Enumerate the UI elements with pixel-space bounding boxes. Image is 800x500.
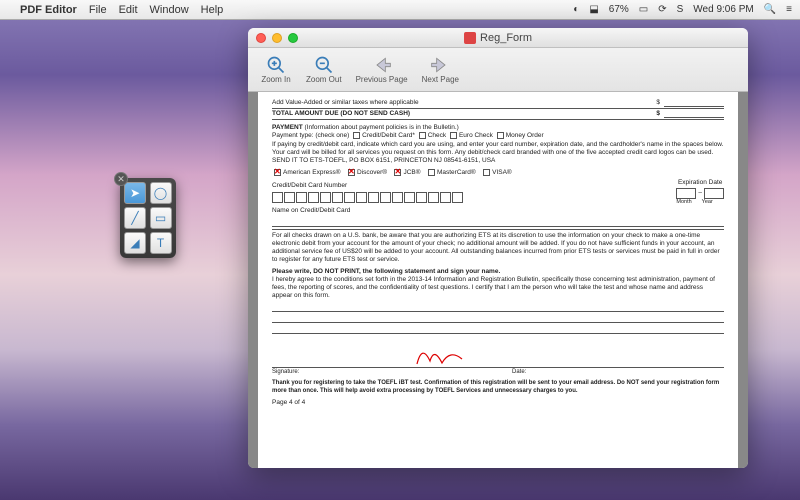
document-window: Reg_Form Zoom In Zoom Out Previous Page …	[248, 28, 748, 468]
menu-window[interactable]: Window	[150, 4, 189, 16]
menu-help[interactable]: Help	[201, 4, 224, 16]
checks-note: For all checks drawn on a U.S. bank, be …	[272, 229, 724, 265]
page-number: Page 4 of 4	[272, 399, 724, 407]
spotlight-icon[interactable]: 🔍	[764, 4, 776, 15]
tool-highlight[interactable]: ◢	[124, 232, 146, 254]
status-icon[interactable]: ⟳	[658, 4, 666, 15]
zoom-button[interactable]	[288, 33, 298, 43]
zoom-in-button[interactable]: Zoom In	[254, 53, 298, 86]
checkbox-money[interactable]	[497, 132, 504, 139]
ccnum-label: Credit/Debit Card Number	[272, 182, 463, 190]
previous-page-button[interactable]: Previous Page	[350, 53, 414, 86]
write-line-2[interactable]	[272, 313, 724, 323]
zoom-out-button[interactable]: Zoom Out	[300, 53, 348, 86]
next-arrow-icon	[430, 55, 450, 75]
dropbox-icon[interactable]: ⬓	[589, 4, 598, 15]
checkbox-check[interactable]	[419, 132, 426, 139]
expiration-field[interactable]: –	[676, 188, 724, 199]
zoom-out-icon	[314, 55, 334, 75]
zoom-in-icon	[266, 55, 286, 75]
macos-menubar: PDF Editor File Edit Window Help ◐ ⬓ 67%…	[0, 0, 800, 20]
battery-icon[interactable]: ▭	[639, 4, 648, 15]
write-line-3[interactable]	[272, 324, 724, 334]
line-total: TOTAL AMOUNT DUE (DO NOT SEND CASH)	[272, 110, 656, 118]
fast-user-icon[interactable]: ◐	[573, 4, 579, 15]
checkbox-jcb[interactable]	[394, 169, 401, 176]
prev-arrow-icon	[372, 55, 392, 75]
minimize-button[interactable]	[272, 33, 282, 43]
close-button[interactable]	[256, 33, 266, 43]
card-number-field[interactable]	[272, 192, 463, 203]
window-titlebar[interactable]: Reg_Form	[248, 28, 748, 48]
thank-you: Thank you for registering to take the TO…	[272, 380, 724, 395]
status-icon-2[interactable]: S	[677, 4, 684, 15]
payment-header: PAYMENT	[272, 124, 303, 131]
tool-rectangle[interactable]: ▭	[150, 207, 172, 229]
send-to: SEND IT TO ETS-TOEFL, PO BOX 6151, PRINC…	[272, 157, 724, 165]
checkbox-discover[interactable]	[348, 169, 355, 176]
checkbox-amex[interactable]	[274, 169, 281, 176]
palette-close-button[interactable]: ✕	[114, 172, 128, 186]
clock: Wed 9:06 PM	[693, 4, 753, 15]
signature-label: Signature:	[272, 369, 472, 377]
app-name[interactable]: PDF Editor	[20, 4, 77, 16]
write-line-1[interactable]	[272, 302, 724, 312]
checkbox-mastercard[interactable]	[428, 169, 435, 176]
pdf-page[interactable]: Add Value-Added or similar taxes where a…	[258, 92, 738, 468]
tool-ellipse[interactable]: ◯	[150, 182, 172, 204]
checkbox-visa[interactable]	[483, 169, 490, 176]
signature-mark	[412, 339, 482, 369]
battery-percent: 67%	[609, 4, 629, 15]
toolbar: Zoom In Zoom Out Previous Page Next Page	[248, 48, 748, 92]
line-add-value: Add Value-Added or similar taxes where a…	[272, 99, 656, 107]
menu-edit[interactable]: Edit	[119, 4, 138, 16]
menu-file[interactable]: File	[89, 4, 107, 16]
payment-type-label: Payment type: (check one)	[272, 133, 349, 140]
expdate-label: Expiration Date	[676, 179, 724, 187]
checkbox-credit[interactable]	[353, 132, 360, 139]
please-write: Please write, DO NOT PRINT, the followin…	[272, 268, 724, 276]
agreement-text: I hereby agree to the conditions set for…	[272, 276, 724, 300]
tool-line[interactable]: ╱	[124, 207, 146, 229]
signature-field[interactable]	[272, 338, 724, 368]
window-title: Reg_Form	[464, 32, 532, 44]
next-page-button[interactable]: Next Page	[416, 53, 465, 86]
name-on-card-label: Name on Credit/Debit Card	[272, 207, 724, 215]
notification-icon[interactable]: ≡	[786, 4, 792, 15]
checkbox-euro[interactable]	[450, 132, 457, 139]
name-on-card-field[interactable]	[272, 217, 724, 227]
tool-palette[interactable]: ✕ ➤ ◯ ╱ ▭ ◢ T	[120, 178, 176, 258]
tool-pointer[interactable]: ➤	[124, 182, 146, 204]
tool-text[interactable]: T	[150, 232, 172, 254]
document-viewport[interactable]: Add Value-Added or similar taxes where a…	[248, 92, 748, 468]
date-label: Date:	[512, 369, 526, 377]
card-note: If paying by credit/debit card, indicate…	[272, 141, 724, 157]
